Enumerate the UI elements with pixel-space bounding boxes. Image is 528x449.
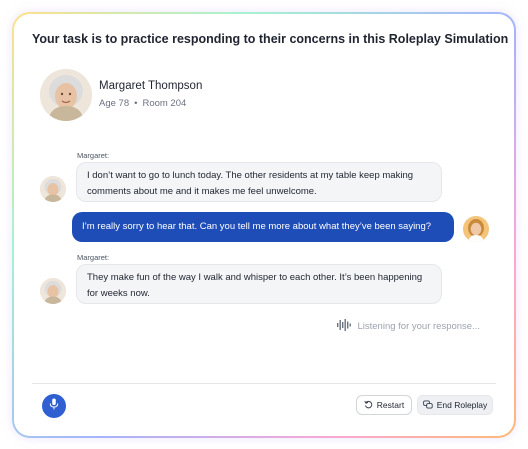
restart-icon (364, 400, 373, 411)
resident-message-bubble: They make fun of the way I walk and whis… (76, 264, 442, 304)
end-roleplay-label: End Roleplay (436, 400, 488, 410)
message-line: I’m really sorry to hear that. Can you t… (82, 221, 432, 232)
footer-divider (32, 383, 496, 384)
listening-text: Listening for your response... (357, 321, 480, 332)
waveform-icon (337, 319, 352, 334)
message-line: I don’t want to go to lunch today. The o… (87, 170, 414, 181)
resident-name: Margaret Thompson (99, 80, 203, 92)
roleplay-frame: Your task is to practice responding to t… (12, 12, 516, 438)
roleplay-card: Your task is to practice responding to t… (14, 14, 514, 436)
user-message-bubble: I’m really sorry to hear that. Can you t… (72, 212, 454, 242)
resident-small-avatar (40, 176, 66, 202)
microphone-icon (49, 397, 59, 415)
task-title: Your task is to practice responding to t… (32, 32, 509, 46)
message-speaker: Margaret: (77, 253, 110, 262)
meta-separator: • (134, 98, 138, 109)
end-roleplay-icon (422, 399, 433, 411)
resident-message-bubble: I don’t want to go to lunch today. The o… (76, 162, 442, 202)
microphone-button[interactable] (42, 394, 66, 418)
resident-meta: Age 78 • Room 204 (99, 98, 186, 109)
end-roleplay-button[interactable]: End Roleplay (417, 395, 493, 415)
message-line: for weeks now. (87, 288, 150, 299)
resident-age: Age 78 (99, 98, 130, 109)
resident-avatar (40, 69, 92, 121)
restart-button[interactable]: Restart (356, 395, 412, 415)
user-avatar (463, 216, 489, 242)
listening-status: Listening for your response... (337, 319, 480, 334)
resident-room: Room 204 (142, 98, 187, 109)
resident-small-avatar (40, 278, 66, 304)
message-speaker: Margaret: (77, 151, 110, 160)
message-line: comments about me and it makes me feel u… (87, 186, 317, 197)
restart-label: Restart (376, 400, 405, 410)
message-line: They make fun of the way I walk and whis… (87, 272, 423, 283)
